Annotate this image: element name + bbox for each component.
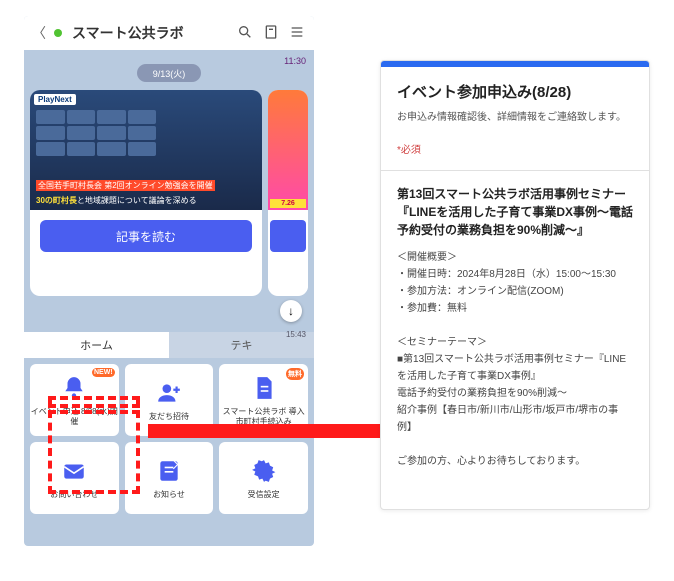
tile-label: 受信設定 xyxy=(248,490,280,500)
tile-label: イベント申込 8/28(水)開催 xyxy=(30,407,119,426)
tile-news[interactable]: お知らせ xyxy=(125,442,214,514)
theme-line: 紹介事例【春日市/新川市/山形市/坂戸市/堺市の事例】 xyxy=(397,402,633,436)
theme-line: 電話予約受付の業務負担を90%削減〜 xyxy=(397,385,633,402)
download-icon: ↓ xyxy=(288,304,294,318)
back-icon[interactable]: 〈 xyxy=(32,23,46,43)
note-icon xyxy=(154,456,184,486)
line-app-window: 〈 スマート公共ラボ 11:30 9/13(火) PlayNext 全国若手町 xyxy=(24,16,314,546)
chat-title[interactable]: スマート公共ラボ xyxy=(72,23,228,43)
side-hero: 7.26 xyxy=(268,90,308,210)
notes-icon[interactable] xyxy=(262,24,280,43)
seminar-overview: ＜開催概要＞ ・開催日時：2024年8月28日（水）15:00〜15:30 ・参… xyxy=(397,249,633,470)
chat-header: 〈 スマート公共ラボ xyxy=(24,16,314,50)
side-button[interactable] xyxy=(270,220,306,252)
clock-time: 11:30 xyxy=(284,56,306,66)
seminar-title: 第13回スマート公共ラボ活用事例セミナー『LINEを活用した子育て事業DX事例〜… xyxy=(397,185,633,239)
bell-icon xyxy=(59,373,89,403)
gear-icon xyxy=(249,456,279,486)
closing-text: ご参加の方、心よりお待ちしております。 xyxy=(397,453,633,470)
read-article-button[interactable]: 記事を読む xyxy=(40,220,252,252)
carousel-card-side[interactable]: 7.26 xyxy=(268,90,308,296)
required-indicator: *必須 xyxy=(397,141,633,156)
zoom-grid-thumb xyxy=(36,110,156,156)
tile-label: お知らせ xyxy=(153,490,185,500)
side-spacer xyxy=(268,258,308,292)
theme-line: ■第13回スマート公共ラボ活用事例セミナー『LINEを活用した子育て事業DX事例… xyxy=(397,351,633,385)
new-badge: NEW! xyxy=(92,368,115,377)
person-add-icon xyxy=(154,378,184,408)
richmenu-tabs: ホーム テキ xyxy=(24,332,314,358)
mail-icon xyxy=(59,456,89,486)
overview-label: ＜開催概要＞ xyxy=(397,249,633,266)
red-arrow-annotation xyxy=(148,420,408,442)
hero-caption: 全国若手町村長会 第2回オンライン勉強会を開催 30の町村長と地域課題について議… xyxy=(30,171,262,210)
search-icon[interactable] xyxy=(236,24,254,43)
form-description: お申込み情報確認後、詳細情報をご連絡致します。 xyxy=(397,110,633,125)
free-badge: 無料 xyxy=(286,368,304,380)
date-pill: 9/13(火) xyxy=(137,64,201,82)
tile-contact[interactable]: お問い合わせ xyxy=(30,442,119,514)
tile-settings[interactable]: 受信設定 xyxy=(219,442,308,514)
download-button[interactable]: ↓ xyxy=(280,300,302,322)
carousel-card-main[interactable]: PlayNext 全国若手町村長会 第2回オンライン勉強会を開催 30の町村長と… xyxy=(30,90,262,296)
hero-brand-tag: PlayNext xyxy=(34,94,76,105)
theme-label: ＜セミナーテーマ＞ xyxy=(397,334,633,351)
tab-home[interactable]: ホーム xyxy=(24,332,169,358)
menu-icon[interactable] xyxy=(288,24,306,43)
card-spacer xyxy=(30,262,262,296)
side-date-badge: 7.26 xyxy=(270,199,306,208)
tile-event-apply[interactable]: NEW! イベント申込 8/28(水)開催 xyxy=(30,364,119,436)
form-title: イベント参加申込み(8/28) xyxy=(397,81,633,102)
carousel[interactable]: PlayNext 全国若手町村長会 第2回オンライン勉強会を開催 30の町村長と… xyxy=(24,90,314,296)
hero-caption-line1: 全国若手町村長会 第2回オンライン勉強会を開催 xyxy=(36,180,215,191)
google-form-card: イベント参加申込み(8/28) お申込み情報確認後、詳細情報をご連絡致します。 … xyxy=(380,60,650,510)
document-icon xyxy=(249,373,279,403)
tile-label: お問い合わせ xyxy=(50,490,98,500)
message-timestamp: 15:43 xyxy=(286,330,306,339)
official-account-dot-icon xyxy=(54,29,62,37)
hero-image: PlayNext 全国若手町村長会 第2回オンライン勉強会を開催 30の町村長と… xyxy=(30,90,262,210)
hero-caption-line2: 30の町村長と地域課題について議論を深める xyxy=(36,195,256,206)
